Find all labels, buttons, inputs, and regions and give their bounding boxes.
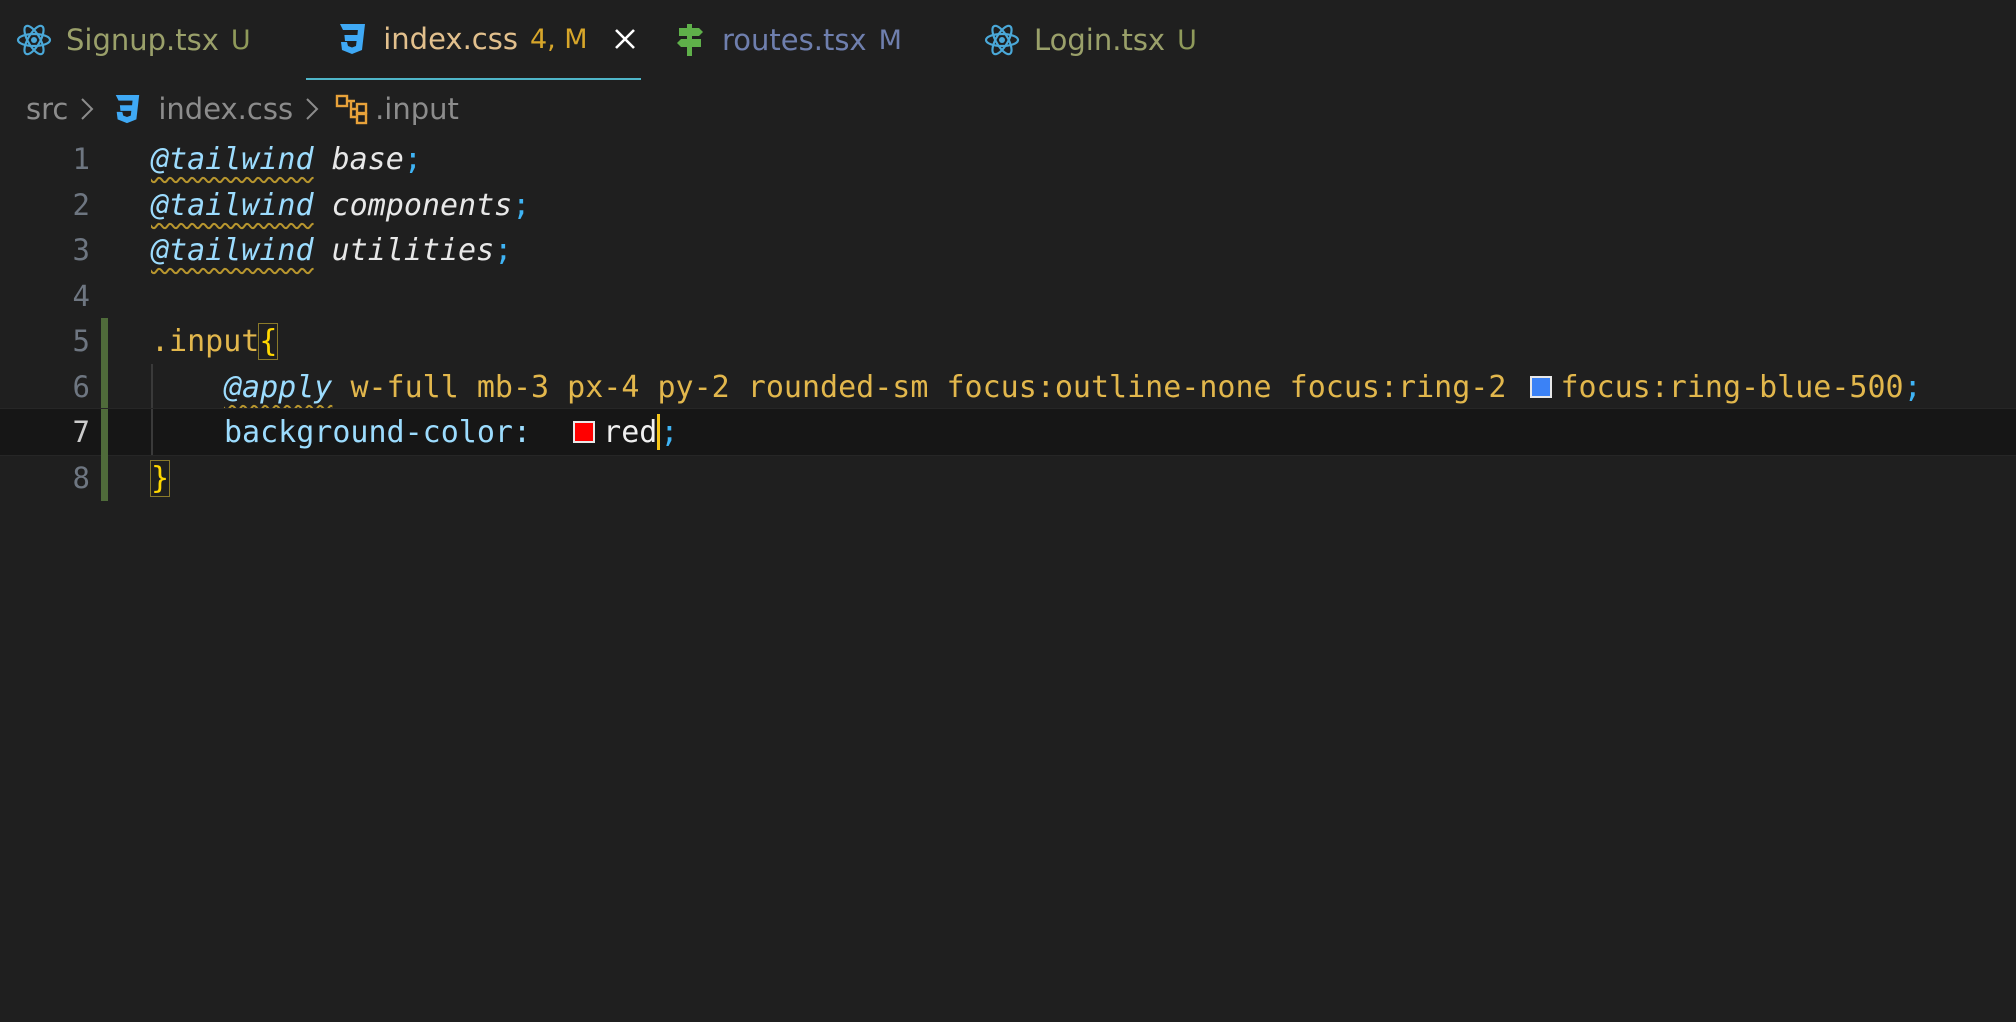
git-modified-marker — [101, 455, 108, 501]
css-value: red — [603, 414, 658, 450]
tab-login[interactable]: Login.tsx U — [982, 0, 1197, 80]
semicolon: ; — [660, 414, 679, 450]
git-modified-marker — [101, 318, 108, 364]
chevron-right-icon — [301, 94, 323, 124]
tab-status-badge: M — [878, 24, 902, 56]
code-content: @tailwind utilities; — [151, 233, 512, 268]
close-icon[interactable] — [610, 23, 641, 55]
at-rule: @tailwind — [151, 232, 314, 268]
semicolon: ; — [494, 232, 513, 268]
code-line-2[interactable]: 2 @tailwind components; — [0, 182, 2016, 228]
apply-classes-2: focus:ring-blue-500 — [1560, 369, 1904, 405]
code-line-4[interactable]: 4 — [0, 273, 2016, 319]
tab-signup[interactable]: Signup.tsx U — [14, 0, 251, 80]
tab-status-badge: U — [1177, 24, 1197, 56]
line-number: 6 — [72, 370, 90, 404]
semicolon: ; — [1903, 369, 1922, 405]
at-rule: @tailwind — [151, 187, 314, 223]
semicolon: ; — [512, 187, 531, 223]
code-content: .input{ — [151, 322, 279, 360]
tab-label: Signup.tsx — [66, 23, 219, 57]
tab-status-badge: 4, M — [529, 23, 588, 55]
react-icon — [14, 20, 54, 60]
code-editor[interactable]: 1 @tailwind base; 2 @tailwind components… — [0, 135, 2016, 1022]
line-number: 8 — [72, 461, 90, 495]
color-swatch[interactable] — [573, 421, 596, 443]
code-line-6[interactable]: 6 @apply w-full mb-3 px-4 py-2 rounded-s… — [0, 364, 2016, 410]
css-property: background-color: — [224, 414, 532, 450]
line-number: 3 — [72, 233, 90, 267]
react-icon — [982, 20, 1022, 60]
code-content: } — [149, 459, 171, 497]
tab-routes[interactable]: routes.tsx M — [670, 0, 902, 80]
color-swatch[interactable] — [1530, 376, 1553, 398]
line-number: 7 — [72, 415, 90, 449]
breadcrumb-file[interactable]: index.css — [158, 92, 293, 126]
code-content: @apply w-full mb-3 px-4 py-2 rounded-sm … — [224, 370, 1922, 405]
code-line-3[interactable]: 3 @tailwind utilities; — [0, 227, 2016, 273]
at-rule-arg: utilities — [331, 232, 495, 268]
code-line-1[interactable]: 1 @tailwind base; — [0, 136, 2016, 182]
at-rule-arg: base — [331, 141, 404, 177]
line-number: 4 — [72, 279, 90, 313]
open-brace: { — [258, 322, 279, 360]
code-content: background-color: red; — [224, 414, 678, 450]
tab-status-badge: U — [230, 24, 251, 56]
tab-index-css[interactable]: index.css 4, M — [306, 0, 641, 80]
tab-label: routes.tsx — [722, 23, 867, 57]
tab-label: Login.tsx — [1034, 23, 1166, 57]
semicolon: ; — [403, 141, 422, 177]
git-modified-marker — [101, 364, 108, 410]
at-rule: @tailwind — [151, 141, 314, 177]
indent-guide — [151, 364, 153, 410]
code-line-5[interactable]: 5 .input{ — [0, 318, 2016, 364]
code-content: @tailwind base; — [151, 142, 422, 177]
css3-icon — [108, 90, 146, 128]
apply-classes: w-full mb-3 px-4 py-2 rounded-sm focus:o… — [350, 369, 1507, 405]
tab-label: index.css — [383, 22, 518, 56]
line-number: 5 — [72, 324, 90, 358]
close-brace: } — [149, 459, 171, 497]
indent-guide — [151, 409, 153, 455]
code-content: @tailwind components; — [151, 188, 530, 223]
breadcrumb-folder[interactable]: src — [26, 92, 68, 126]
at-rule-arg: components — [331, 187, 513, 223]
editor-tab-bar: Signup.tsx U index.css 4, M routes.tsx M… — [0, 0, 2016, 80]
breadcrumb: src index.css .input — [26, 86, 459, 132]
symbol-class-icon — [333, 90, 371, 128]
git-modified-marker — [101, 409, 108, 455]
breadcrumb-symbol[interactable]: .input — [375, 92, 459, 126]
code-line-7[interactable]: 7 background-color: red; — [0, 408, 2016, 456]
line-number: 1 — [72, 142, 90, 176]
at-rule: @apply — [224, 369, 333, 405]
line-number: 2 — [72, 188, 90, 222]
code-line-8[interactable]: 8 } — [0, 455, 2016, 501]
chevron-right-icon — [76, 94, 98, 124]
signpost-icon — [670, 20, 710, 60]
css3-icon — [332, 19, 371, 59]
css-selector: .input — [151, 323, 260, 359]
